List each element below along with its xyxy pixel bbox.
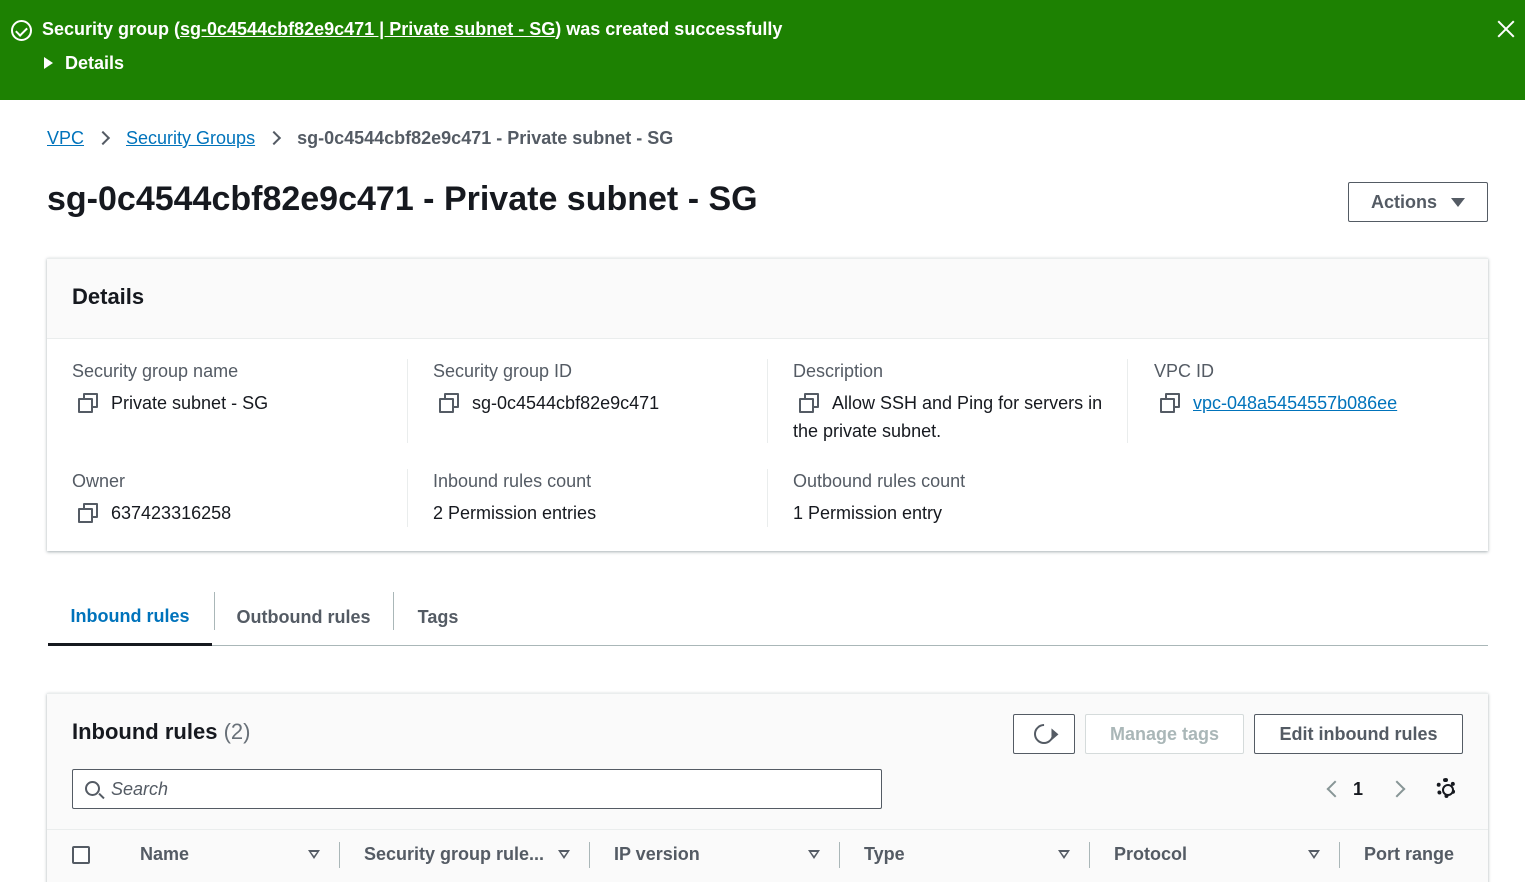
field-label: Security group name bbox=[72, 361, 239, 381]
column-divider bbox=[1127, 359, 1128, 443]
field-inbound-rules-count: Inbound rules count 2 Permission entries bbox=[433, 469, 773, 527]
field-outbound-rules-count: Outbound rules count 1 Permission entry bbox=[793, 469, 1133, 527]
security-group-link[interactable]: sg-0c4544cbf82e9c471 | Private subnet - … bbox=[180, 19, 555, 39]
chevron-right-icon bbox=[267, 130, 282, 146]
flash-details-toggle[interactable]: Details bbox=[44, 52, 124, 74]
field-description: Description Allow SSH and Ping for serve… bbox=[793, 359, 1113, 445]
check-circle-icon bbox=[11, 20, 32, 41]
vpc-id-link[interactable]: vpc-048a5454557b086ee bbox=[1193, 393, 1397, 413]
field-value: Allow SSH and Ping for servers in the pr… bbox=[793, 389, 1113, 445]
field-label: Outbound rules count bbox=[793, 471, 966, 491]
page-number[interactable]: 1 bbox=[1353, 778, 1363, 800]
refresh-button[interactable] bbox=[1013, 714, 1075, 754]
security-group-name-value: Private subnet - SG bbox=[111, 393, 269, 413]
column-divider bbox=[1089, 842, 1090, 868]
table-header: Name Security group rule... IP version T… bbox=[47, 829, 1488, 882]
page-title: sg-0c4544cbf82e9c471 - Private subnet - … bbox=[47, 180, 758, 218]
chevron-right-icon bbox=[95, 130, 111, 146]
details-header: Details bbox=[47, 259, 1488, 339]
sort-icon[interactable] bbox=[308, 850, 320, 859]
details-title: Details bbox=[72, 284, 145, 309]
success-flash-banner: Security group (sg-0c4544cbf82e9c471 | P… bbox=[0, 0, 1525, 100]
field-value: 637423316258 bbox=[72, 499, 412, 527]
actions-label: Actions bbox=[1370, 191, 1437, 212]
inbound-rules-title-text: Inbound rules bbox=[72, 719, 218, 744]
field-label: Description bbox=[793, 361, 884, 381]
breadcrumb-vpc[interactable]: VPC bbox=[47, 126, 84, 150]
tab-inbound-rules[interactable]: Inbound rules bbox=[48, 590, 212, 646]
owner-value: 637423316258 bbox=[111, 503, 232, 523]
tab-divider bbox=[214, 592, 215, 630]
sort-icon[interactable] bbox=[808, 850, 820, 859]
tab-divider bbox=[393, 592, 394, 630]
tab-outbound-rules[interactable]: Outbound rules bbox=[216, 590, 391, 645]
field-security-group-id: Security group ID sg-0c4544cbf82e9c471 bbox=[433, 359, 773, 417]
next-page-icon[interactable] bbox=[1388, 780, 1406, 798]
description-value: Allow SSH and Ping for servers in the pr… bbox=[793, 393, 1103, 441]
flash-message-suffix: ) was created successfully bbox=[555, 19, 783, 39]
search-box bbox=[72, 769, 882, 809]
tab-list: Inbound rules Outbound rules Tags bbox=[48, 590, 1488, 646]
field-label: VPC ID bbox=[1154, 361, 1215, 381]
caret-down-icon bbox=[1451, 197, 1465, 207]
column-divider bbox=[767, 359, 768, 443]
close-icon[interactable] bbox=[1495, 18, 1517, 40]
column-divider bbox=[767, 469, 768, 527]
field-value: Private subnet - SG bbox=[72, 389, 412, 417]
sort-icon[interactable] bbox=[558, 850, 570, 859]
manage-tags-button[interactable]: Manage tags bbox=[1085, 714, 1244, 754]
flash-message-prefix: Security group ( bbox=[42, 19, 181, 39]
breadcrumb-security-groups[interactable]: Security Groups bbox=[126, 126, 255, 150]
edit-inbound-rules-button[interactable]: Edit inbound rules bbox=[1254, 714, 1463, 754]
select-all-checkbox[interactable] bbox=[72, 846, 90, 864]
sort-icon[interactable] bbox=[1058, 850, 1070, 859]
copy-icon[interactable] bbox=[78, 393, 98, 413]
inbound-rules-count: (2) bbox=[223, 719, 251, 744]
column-header-port-range[interactable]: Port range bbox=[1364, 830, 1454, 878]
flash-details-label: Details bbox=[65, 53, 125, 73]
field-value: vpc-048a5454557b086ee bbox=[1154, 389, 1494, 417]
copy-icon[interactable] bbox=[799, 393, 819, 413]
field-vpc-id: VPC ID vpc-048a5454557b086ee bbox=[1154, 359, 1494, 417]
column-divider bbox=[839, 842, 840, 868]
inbound-rules-count-value: 2 Permission entries bbox=[433, 503, 597, 523]
security-group-id-value: sg-0c4544cbf82e9c471 bbox=[472, 393, 660, 413]
field-owner: Owner 637423316258 bbox=[72, 469, 412, 527]
column-divider bbox=[407, 359, 408, 443]
column-divider bbox=[407, 469, 408, 527]
outbound-rules-count-value: 1 Permission entry bbox=[793, 503, 943, 523]
breadcrumb: VPC Security Groups sg-0c4544cbf82e9c471… bbox=[47, 126, 673, 150]
breadcrumb-current: sg-0c4544cbf82e9c471 - Private subnet - … bbox=[297, 128, 674, 148]
field-label: Security group ID bbox=[433, 361, 573, 381]
inbound-rules-title: Inbound rules (2) bbox=[72, 718, 250, 746]
column-header-protocol[interactable]: Protocol bbox=[1114, 830, 1187, 878]
field-label: Owner bbox=[72, 471, 126, 491]
actions-button[interactable]: Actions bbox=[1348, 182, 1488, 222]
search-input[interactable] bbox=[111, 770, 871, 808]
column-header-ip-version[interactable]: IP version bbox=[614, 830, 700, 878]
copy-icon[interactable] bbox=[1160, 393, 1180, 413]
previous-page-icon[interactable] bbox=[1326, 780, 1344, 798]
search-icon bbox=[85, 781, 100, 796]
column-divider bbox=[589, 842, 590, 868]
field-value: sg-0c4544cbf82e9c471 bbox=[433, 389, 773, 417]
sort-icon[interactable] bbox=[1308, 850, 1320, 859]
copy-icon[interactable] bbox=[439, 393, 459, 413]
refresh-icon bbox=[1029, 719, 1059, 749]
column-divider bbox=[1339, 842, 1340, 868]
column-header-security-group-rule[interactable]: Security group rule... bbox=[364, 830, 544, 878]
inbound-rules-panel: Inbound rules (2) Manage tags Edit inbou… bbox=[47, 693, 1488, 882]
column-header-name[interactable]: Name bbox=[140, 830, 189, 878]
flash-message: Security group (sg-0c4544cbf82e9c471 | P… bbox=[42, 18, 782, 40]
caret-right-icon bbox=[44, 57, 53, 69]
details-panel: Details Security group name Private subn… bbox=[47, 258, 1488, 551]
gear-icon[interactable] bbox=[1436, 778, 1456, 798]
tab-tags[interactable]: Tags bbox=[395, 590, 481, 645]
column-divider bbox=[339, 842, 340, 868]
column-header-type[interactable]: Type bbox=[864, 830, 905, 878]
field-label: Inbound rules count bbox=[433, 471, 592, 491]
field-security-group-name: Security group name Private subnet - SG bbox=[72, 359, 412, 417]
copy-icon[interactable] bbox=[78, 503, 98, 523]
